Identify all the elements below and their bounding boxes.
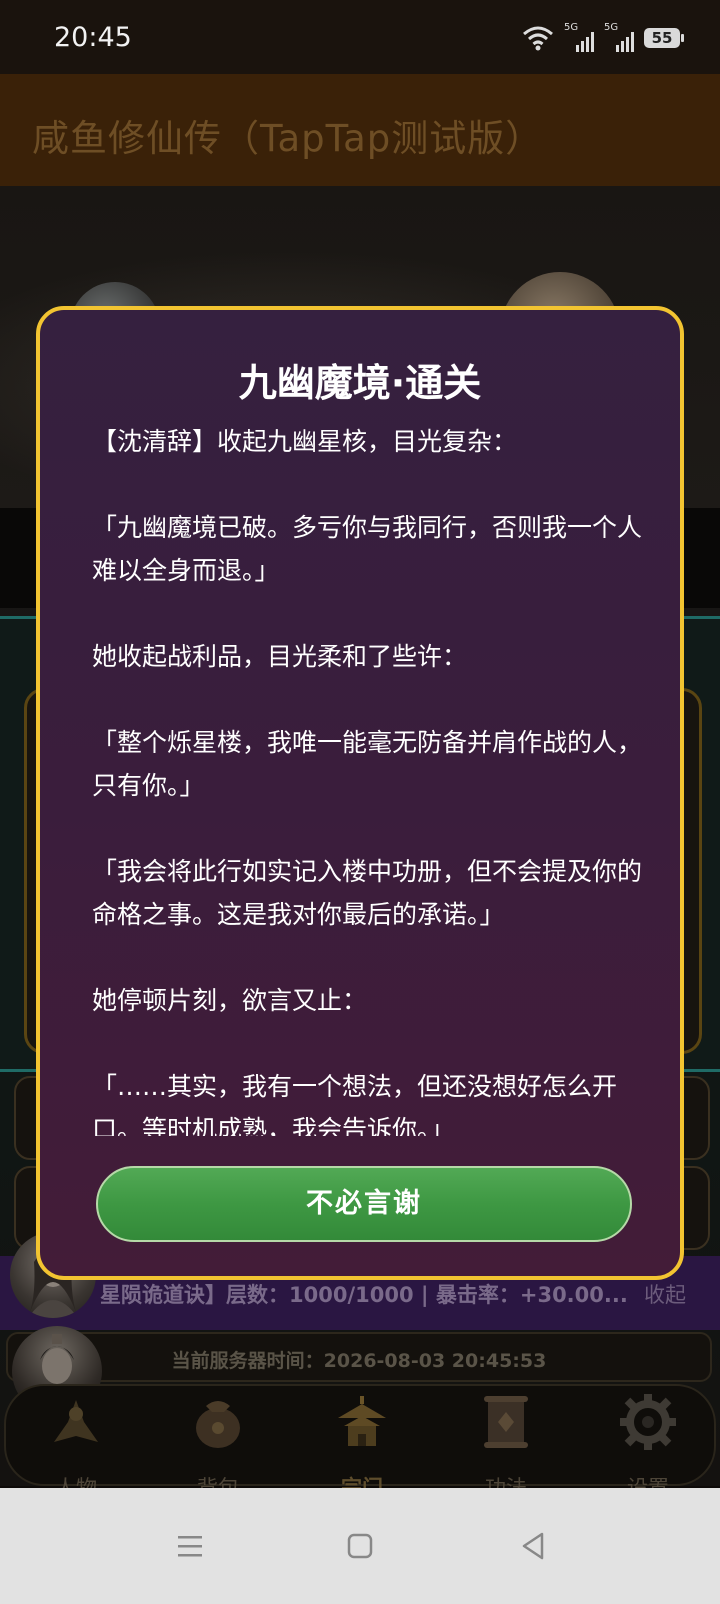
dialog-paragraph: 她收起战利品，目光柔和了些许： (92, 642, 468, 671)
dialog-paragraph: 她停顿片刻，欲言又止： (92, 986, 368, 1015)
confirm-button[interactable]: 不必言谢 (96, 1166, 632, 1242)
dialog-title: 九幽魔境·通关 (238, 361, 482, 405)
dialog-paragraph: 「整个烁星楼，我唯一能毫无防备并肩作战的人，只有你。」 (92, 728, 642, 800)
dialog-paragraph: 【沈清辞】收起九幽星核，目光复杂： (92, 427, 518, 456)
dungeon-clear-dialog: 九幽魔境·通关 【沈清辞】收起九幽星核，目光复杂： 「九幽魔境已破。多亏你与我同… (36, 306, 684, 1280)
dialog-paragraph: 「九幽魔境已破。多亏你与我同行，否则我一个人难以全身而退。」 (92, 513, 642, 585)
dialog-body[interactable]: 【沈清辞】收起九幽星核，目光复杂： 「九幽魔境已破。多亏你与我同行，否则我一个人… (92, 420, 642, 1136)
dialog-paragraph: 「……其实，我有一个想法，但还没想好怎么开口。等时机成熟，我会告诉你。」 (92, 1072, 618, 1136)
dialog-paragraph: 「我会将此行如实记入楼中功册，但不会提及你的命格之事。这是我对你最后的承诺。」 (92, 857, 642, 929)
